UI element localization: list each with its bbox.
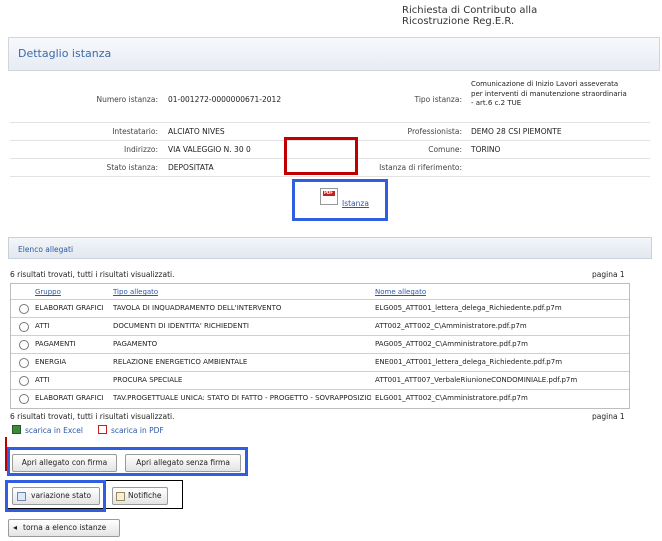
allegati-section-bar bbox=[8, 237, 652, 259]
tipo-istanza-label: Tipo istanza: bbox=[414, 95, 462, 104]
table-row[interactable]: ELABORATI GRAFICI TAVOLA DI INQUADRAMENT… bbox=[11, 300, 629, 318]
excel-icon[interactable] bbox=[12, 425, 21, 434]
cell-gruppo: PAGAMENTI bbox=[35, 340, 76, 348]
cell-nome: ATT001_ATT007_VerbaleRiunioneCONDOMINIAL… bbox=[375, 376, 578, 384]
highlight-box-red bbox=[284, 137, 358, 175]
app-title-line2: Ricostruzione Reg.E.R. bbox=[402, 16, 515, 27]
column-header-tipo-allegato[interactable]: Tipo allegato bbox=[113, 288, 158, 296]
cell-gruppo: ENERGIA bbox=[35, 358, 67, 366]
row-radio[interactable] bbox=[19, 322, 29, 332]
apri-allegato-con-firma-button[interactable]: Apri allegato con firma bbox=[12, 454, 117, 472]
torna-elenco-istanze-button[interactable]: ◂ torna a elenco istanze bbox=[8, 519, 120, 537]
professionista-value: DEMO 28 CSI PIEMONTE bbox=[471, 127, 562, 136]
cell-tipo: PROCURA SPECIALE bbox=[113, 376, 183, 384]
cell-tipo: RELAZIONE ENERGETICO AMBIENTALE bbox=[113, 358, 248, 366]
scarica-pdf-link[interactable]: scarica in PDF bbox=[111, 426, 164, 435]
results-count-top: 6 risultati trovati, tutti i risultati v… bbox=[10, 270, 175, 279]
results-count-bottom: 6 risultati trovati, tutti i risultati v… bbox=[10, 412, 175, 421]
cell-nome: ATT002_ATT002_C\Amministratore.pdf.p7m bbox=[375, 322, 527, 330]
cell-nome: ENE001_ATT001_lettera_delega_Richiedente… bbox=[375, 358, 563, 366]
elenco-allegati-title[interactable]: Elenco allegati bbox=[18, 245, 73, 254]
notifiche-button[interactable]: Notifiche bbox=[112, 487, 168, 505]
clipped-header-row bbox=[60, 29, 540, 36]
highlight-box-istanza bbox=[292, 179, 388, 221]
pdf-export-icon[interactable] bbox=[98, 425, 107, 434]
cell-gruppo: ELABORATI GRAFICI bbox=[35, 304, 104, 312]
intestatario-label: Intestatario: bbox=[112, 127, 158, 136]
page-indicator-top: pagina 1 bbox=[592, 270, 625, 279]
cell-tipo: TAVOLA DI INQUADRAMENTO DELL'INTERVENTO bbox=[113, 304, 282, 312]
stato-istanza-label: Stato istanza: bbox=[106, 163, 158, 172]
table-row[interactable]: PAGAMENTI PAGAMENTO PAG005_ATT002_C\Ammi… bbox=[11, 336, 629, 354]
row-radio[interactable] bbox=[19, 376, 29, 386]
table-header-row: Gruppo Tipo allegato Nome allegato bbox=[11, 284, 629, 300]
row-radio[interactable] bbox=[19, 394, 29, 404]
table-row[interactable]: ENERGIA RELAZIONE ENERGETICO AMBIENTALE … bbox=[11, 354, 629, 372]
torna-label: torna a elenco istanze bbox=[23, 523, 107, 532]
cell-gruppo: ELABORATI GRAFICI bbox=[35, 394, 104, 402]
notifiche-label: Notifiche bbox=[128, 491, 162, 500]
arrow-left-icon: ◂ bbox=[13, 523, 18, 532]
numero-istanza-label: Numero istanza: bbox=[96, 95, 158, 104]
tipo-istanza-value: Comunicazione di Inizio Lavori asseverat… bbox=[471, 80, 627, 107]
scarica-excel-link[interactable]: scarica in Excel bbox=[25, 426, 83, 435]
column-header-nome-allegato[interactable]: Nome allegato bbox=[375, 288, 426, 296]
stato-istanza-value: DEPOSITATA bbox=[168, 163, 214, 172]
table-row[interactable]: ATTI DOCUMENTI DI IDENTITA' RICHIEDENTI … bbox=[11, 318, 629, 336]
cell-gruppo: ATTI bbox=[35, 376, 50, 384]
notifiche-icon bbox=[116, 492, 125, 501]
pdf-icon[interactable] bbox=[320, 188, 338, 205]
comune-label: Comune: bbox=[428, 145, 462, 154]
cell-nome: ELG001_ATT002_C\Amministratore.pdf.p7m bbox=[375, 394, 528, 402]
istanza-riferimento-label: Istanza di riferimento: bbox=[379, 163, 462, 172]
cell-gruppo: ATTI bbox=[35, 322, 50, 330]
cell-tipo: TAV.PROGETTUALE UNICA: STATO DI FATTO - … bbox=[113, 394, 371, 402]
cell-nome: ELG005_ATT001_lettera_delega_Richiedente… bbox=[375, 304, 562, 312]
numero-istanza-value: 01-001272-0000000671-2012 bbox=[168, 95, 282, 104]
istanza-pdf-link[interactable]: Istanza bbox=[342, 199, 369, 208]
row-radio[interactable] bbox=[19, 340, 29, 350]
app-title-line1: Richiesta di Contributo alla bbox=[402, 5, 538, 16]
allegati-table: Gruppo Tipo allegato Nome allegato ELABO… bbox=[10, 283, 630, 409]
cell-tipo: DOCUMENTI DI IDENTITA' RICHIEDENTI bbox=[113, 322, 249, 330]
indirizzo-value: VIA VALEGGIO N. 30 0 bbox=[168, 145, 251, 154]
cell-nome: PAG005_ATT002_C\Amministratore.pdf.p7m bbox=[375, 340, 528, 348]
app-title: Richiesta di Contributo alla Ricostruzio… bbox=[402, 5, 537, 27]
variazione-stato-button[interactable]: variazione stato bbox=[12, 487, 100, 505]
table-row[interactable]: ELABORATI GRAFICI TAV.PROGETTUALE UNICA:… bbox=[11, 390, 629, 408]
comune-value: TORINO bbox=[471, 145, 501, 154]
cell-tipo: PAGAMENTO bbox=[113, 340, 158, 348]
page-title: Dettaglio istanza bbox=[18, 47, 112, 60]
indirizzo-label: Indirizzo: bbox=[124, 145, 158, 154]
column-header-gruppo[interactable]: Gruppo bbox=[35, 288, 61, 296]
professionista-label: Professionista: bbox=[407, 127, 462, 136]
page-indicator-bottom: pagina 1 bbox=[592, 412, 625, 421]
variazione-stato-label: variazione stato bbox=[31, 491, 92, 500]
intestatario-value: ALCIATO NIVES bbox=[168, 127, 225, 136]
row-radio[interactable] bbox=[19, 304, 29, 314]
row-radio[interactable] bbox=[19, 358, 29, 368]
variazione-stato-icon bbox=[17, 492, 26, 501]
apri-allegato-senza-firma-button[interactable]: Apri allegato senza firma bbox=[125, 454, 241, 472]
table-row[interactable]: ATTI PROCURA SPECIALE ATT001_ATT007_Verb… bbox=[11, 372, 629, 390]
